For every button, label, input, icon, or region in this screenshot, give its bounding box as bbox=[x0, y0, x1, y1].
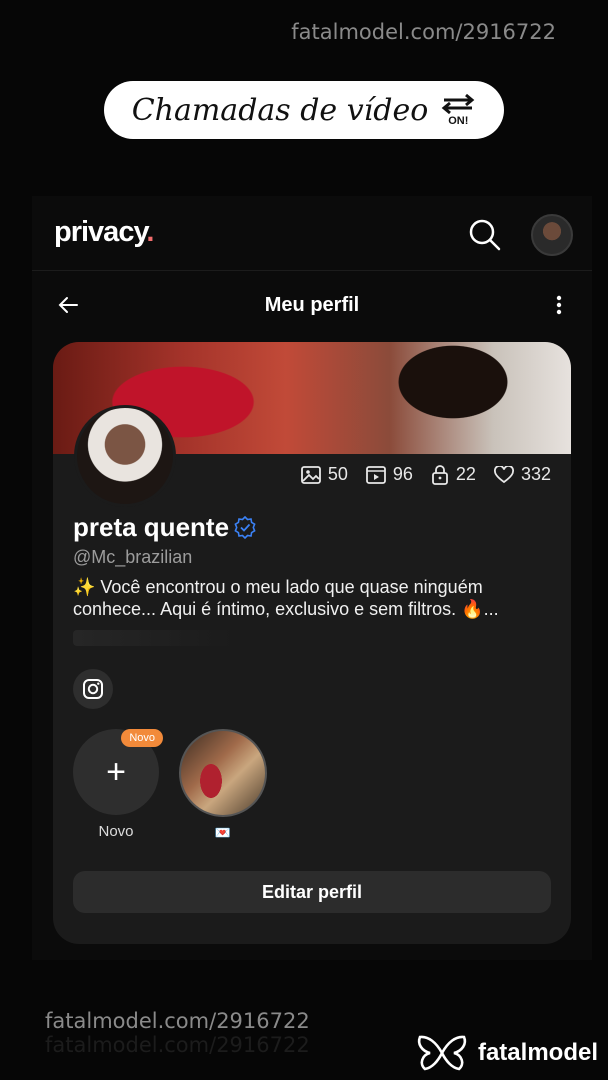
privacy-logo[interactable]: privacy. bbox=[54, 216, 154, 249]
stat-locked-count: 22 bbox=[455, 464, 476, 484]
heart-icon bbox=[493, 465, 514, 483]
profile-card: 50 96 22 332 preta quente @Mc_brazilian … bbox=[53, 342, 571, 944]
logo-text: privacy bbox=[54, 216, 147, 248]
watermark-bottom: fatalmodel.com/2916722 bbox=[45, 1009, 310, 1033]
story-thumbnail[interactable] bbox=[179, 729, 267, 817]
stat-locked: 22 bbox=[431, 464, 476, 485]
page-title: Meu perfil bbox=[264, 294, 360, 316]
profile-handle: @Mc_brazilian bbox=[73, 547, 193, 567]
edit-profile-button[interactable]: Editar perfil bbox=[73, 871, 551, 913]
new-badge: Novo bbox=[121, 729, 163, 747]
profile-avatar[interactable] bbox=[74, 405, 176, 507]
swap-arrows-icon: ON! bbox=[440, 93, 476, 127]
stat-photos: 50 bbox=[300, 464, 348, 485]
profile-name-row: preta quente bbox=[73, 512, 257, 543]
instagram-link[interactable] bbox=[73, 669, 113, 709]
image-icon bbox=[300, 465, 321, 484]
stat-photos-count: 50 bbox=[327, 464, 348, 484]
highlight-story[interactable]: 💌 bbox=[179, 729, 267, 841]
stat-likes: 332 bbox=[493, 464, 551, 485]
bio-fade-overlay bbox=[73, 630, 233, 646]
fatalmodel-brand: fatalmodel bbox=[416, 1034, 598, 1072]
story-label: 💌 bbox=[214, 825, 232, 840]
promo-text: Chamadas de vídeo bbox=[131, 92, 429, 128]
more-vertical-icon[interactable] bbox=[556, 295, 562, 320]
stat-videos-count: 96 bbox=[392, 464, 413, 484]
promo-badge: ON! bbox=[448, 115, 469, 127]
watermark-bottom-shadow: fatalmodel.com/2916722 bbox=[45, 1033, 310, 1057]
fatalmodel-brand-text: fatalmodel bbox=[477, 1039, 598, 1066]
profile-stats: 50 96 22 332 bbox=[300, 464, 551, 485]
search-icon[interactable] bbox=[468, 218, 502, 257]
promo-pill: Chamadas de vídeo ON! bbox=[104, 81, 504, 139]
lock-icon bbox=[432, 464, 448, 485]
verified-badge-icon bbox=[234, 515, 256, 539]
logo-dot: . bbox=[146, 216, 154, 248]
highlight-new[interactable]: + Novo Novo bbox=[73, 729, 163, 840]
fatalmodel-logo-icon bbox=[417, 1035, 467, 1071]
stat-videos: 96 bbox=[365, 464, 413, 485]
app-window: privacy. Meu perfil 50 96 22 332 preta q… bbox=[32, 196, 592, 960]
watermark-top: fatalmodel.com/2916722 bbox=[291, 20, 556, 44]
stat-likes-count: 332 bbox=[520, 464, 551, 484]
header-avatar[interactable] bbox=[531, 214, 573, 256]
profile-name: preta quente bbox=[73, 512, 230, 542]
instagram-icon bbox=[83, 679, 103, 699]
app-header: privacy. bbox=[32, 196, 592, 271]
profile-subbar: Meu perfil bbox=[32, 270, 592, 340]
video-icon bbox=[365, 465, 386, 484]
highlight-new-label: Novo bbox=[98, 823, 134, 840]
profile-bio: ✨ Você encontrou o meu lado que quase ni… bbox=[73, 577, 499, 619]
